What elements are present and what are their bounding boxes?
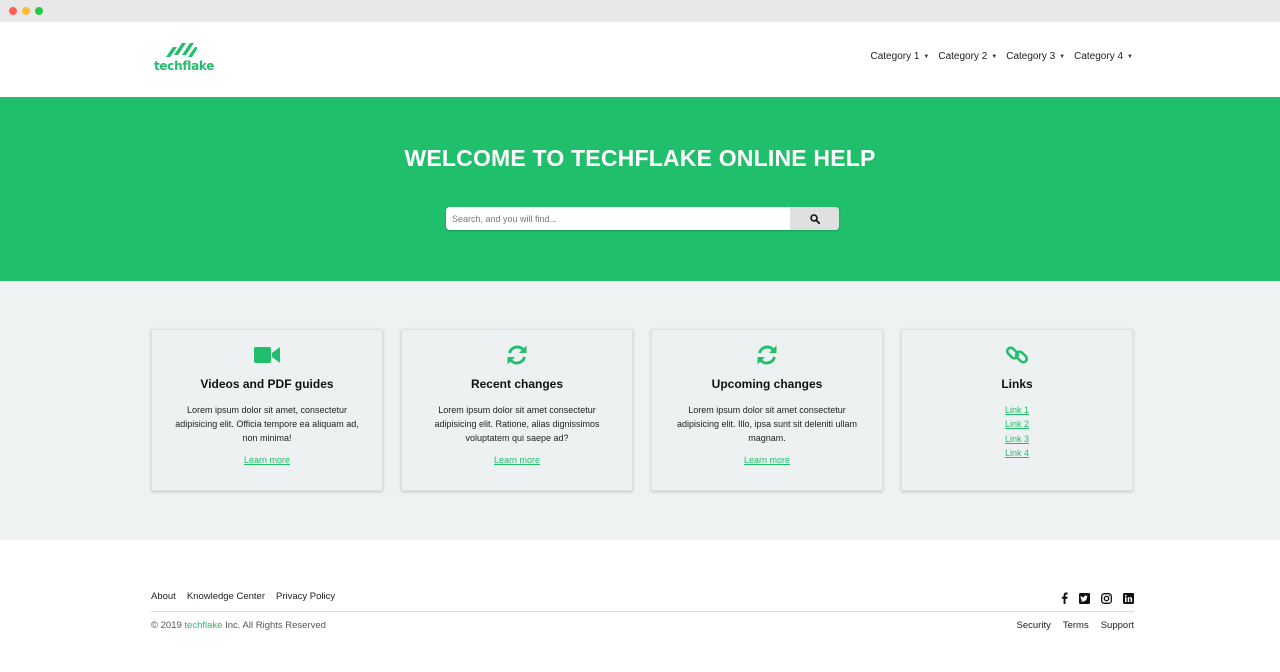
card-description: Lorem ipsum dolor sit amet consectetur a…	[676, 405, 858, 443]
video-camera-icon	[254, 347, 280, 363]
hero-title: WELCOME TO TECHFLAKE ONLINE HELP	[404, 145, 876, 171]
caret-down-icon: ▼	[923, 53, 930, 60]
card-title: Videos and PDF guides	[200, 377, 334, 391]
card-title: Links	[1001, 377, 1033, 391]
copyright-brand: techflake	[184, 620, 223, 631]
nav-category-2[interactable]: Category 2 ▼	[938, 51, 997, 62]
link-3[interactable]: Link 3	[1005, 432, 1029, 446]
card-videos-guides: Videos and PDF guides Lorem ipsum dolor …	[151, 329, 383, 491]
footer-nav: About Knowledge Center Privacy Policy	[151, 591, 335, 602]
search-icon	[809, 213, 820, 224]
footer-link-security[interactable]: Security	[1017, 620, 1051, 631]
search-bar	[446, 207, 839, 230]
close-window-dot[interactable]	[9, 7, 17, 15]
refresh-icon	[507, 345, 527, 365]
card-title: Upcoming changes	[711, 377, 823, 391]
site-footer: About Knowledge Center Privacy Policy © …	[0, 540, 1280, 672]
linkedin-icon[interactable]	[1123, 592, 1134, 604]
footer-link-terms[interactable]: Terms	[1063, 620, 1089, 631]
nav-category-3[interactable]: Category 3 ▼	[1006, 51, 1065, 62]
nav-label: Category 1	[870, 51, 920, 62]
footer-link-knowledge-center[interactable]: Knowledge Center	[187, 591, 265, 602]
chain-link-icon	[1005, 346, 1029, 364]
techflake-logo[interactable]: techflake	[154, 41, 214, 73]
nav-label: Category 4	[1074, 51, 1124, 62]
site-header: techflake Category 1 ▼ Category 2 ▼ Catego…	[0, 22, 1280, 97]
card-title: Recent changes	[470, 377, 564, 391]
facebook-icon[interactable]	[1061, 592, 1068, 604]
copyright-year: © 2019	[151, 620, 182, 631]
learn-more-link[interactable]: Learn more	[744, 455, 790, 465]
copyright-text: © 2019 techflake Inc. All Rights Reserve…	[151, 620, 326, 631]
link-2[interactable]: Link 2	[1005, 417, 1029, 431]
footer-divider	[151, 611, 1134, 612]
instagram-icon[interactable]	[1101, 592, 1112, 604]
card-upcoming-changes: Upcoming changes Lorem ipsum dolor sit a…	[651, 329, 883, 491]
link-1[interactable]: Link 1	[1005, 403, 1029, 417]
twitter-icon[interactable]	[1079, 592, 1090, 604]
logo-mark-icon	[166, 43, 197, 57]
nav-category-4[interactable]: Category 4 ▼	[1074, 51, 1133, 62]
main-nav: Category 1 ▼ Category 2 ▼ Category 3 ▼ Cate…	[871, 51, 1134, 62]
footer-link-privacy-policy[interactable]: Privacy Policy	[276, 591, 335, 602]
footer-link-support[interactable]: Support	[1101, 620, 1134, 631]
nav-label: Category 3	[1006, 51, 1056, 62]
card-description: Lorem ipsum dolor sit amet consectetur a…	[434, 405, 600, 443]
card-description: Lorem ipsum dolor sit amet, consectetur …	[175, 405, 359, 443]
footer-legal-links: Security Terms Support	[1017, 620, 1134, 631]
minimize-window-dot[interactable]	[22, 7, 30, 15]
card-links: Links Link 1 Link 2 Link 3 Link 4	[901, 329, 1133, 491]
logo-text: techflake	[154, 59, 215, 73]
refresh-icon	[757, 345, 777, 365]
copyright-suffix: Inc. All Rights Reserved	[225, 620, 326, 631]
nav-label: Category 2	[938, 51, 988, 62]
hero-banner: WELCOME TO TECHFLAKE ONLINE HELP	[0, 97, 1280, 281]
nav-category-1[interactable]: Category 1 ▼	[871, 51, 930, 62]
link-4[interactable]: Link 4	[1005, 446, 1029, 460]
search-button[interactable]	[790, 207, 839, 230]
maximize-window-dot[interactable]	[35, 7, 43, 15]
browser-chrome	[0, 0, 1280, 22]
caret-down-icon: ▼	[1059, 53, 1066, 60]
quick-links-list: Link 1 Link 2 Link 3 Link 4	[902, 403, 1132, 460]
card-recent-changes: Recent changes Lorem ipsum dolor sit ame…	[401, 329, 633, 491]
footer-link-about[interactable]: About	[151, 591, 176, 602]
help-cards-section: Videos and PDF guides Lorem ipsum dolor …	[0, 281, 1280, 540]
caret-down-icon: ▼	[991, 53, 998, 60]
learn-more-link[interactable]: Learn more	[494, 455, 540, 465]
social-links	[1061, 592, 1134, 604]
caret-down-icon: ▼	[1127, 53, 1133, 60]
search-input[interactable]	[446, 207, 790, 230]
learn-more-link[interactable]: Learn more	[244, 455, 290, 465]
